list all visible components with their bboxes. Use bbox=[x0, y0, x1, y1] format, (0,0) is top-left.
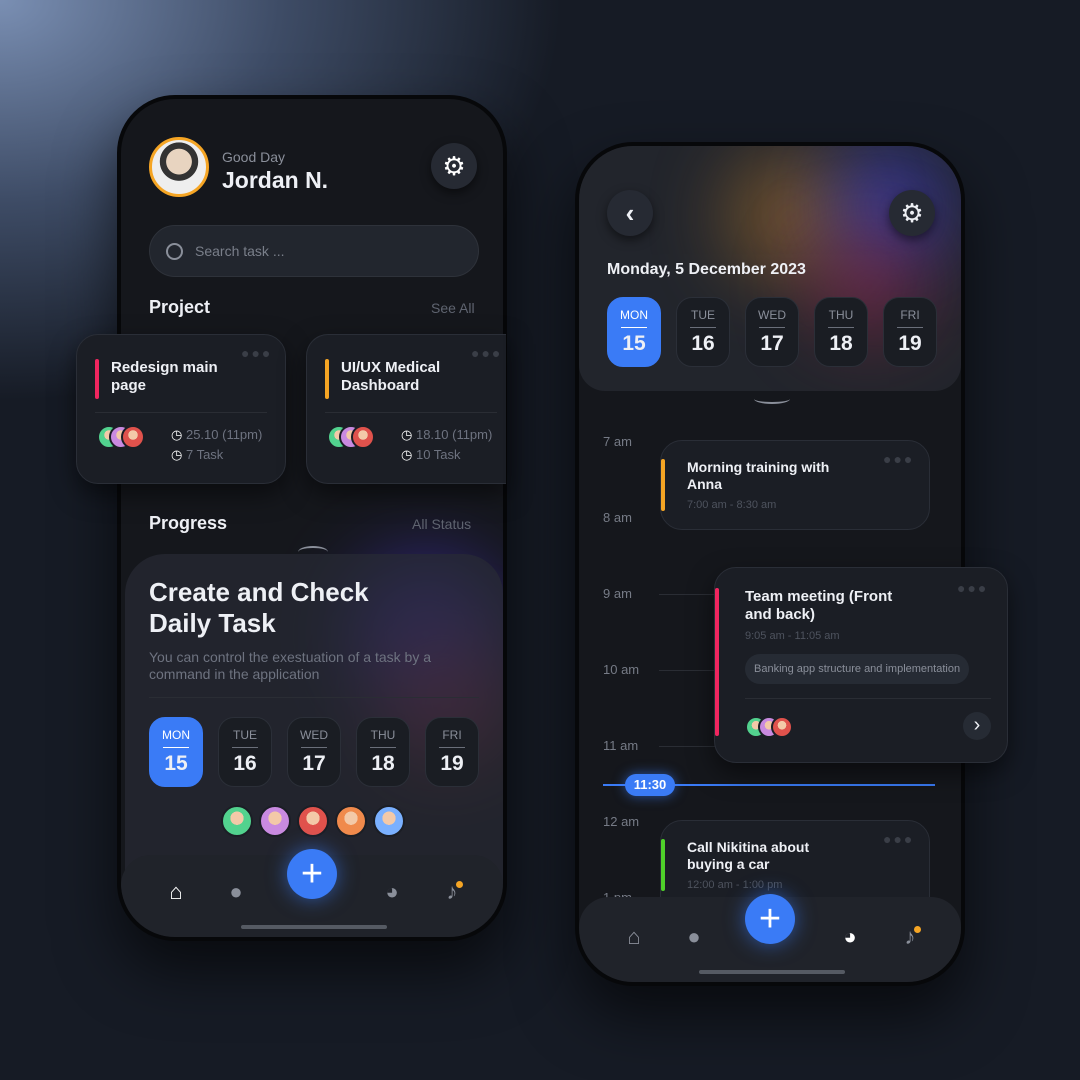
member-avatar bbox=[351, 425, 375, 449]
chevron-right-icon: › bbox=[973, 714, 981, 736]
event-title: Team meeting (Front and back) bbox=[745, 588, 893, 623]
home-icon: ⌂ bbox=[169, 879, 183, 904]
chevron-left-icon: ‹ bbox=[625, 197, 635, 228]
progress-heading: Progress bbox=[149, 513, 228, 533]
nav-home-button[interactable]: ⌂ bbox=[161, 879, 191, 905]
day-mon[interactable]: MON 15 bbox=[607, 297, 661, 367]
day-wed[interactable]: WED 17 bbox=[745, 297, 799, 367]
clock-icon: ◷ bbox=[171, 447, 183, 462]
pie-chart-icon: ◕ bbox=[843, 924, 857, 949]
member-avatar bbox=[221, 805, 253, 837]
user-name: Jordan N. bbox=[222, 167, 329, 193]
home-indicator bbox=[699, 970, 845, 974]
event-title: Call Nikitina about buying a car bbox=[687, 839, 810, 872]
project-heading: Project bbox=[149, 297, 211, 317]
back-button[interactable]: ‹ bbox=[607, 190, 653, 236]
event-time: 7:00 am - 8:30 am bbox=[687, 499, 777, 511]
promo-text: You can control the exestuation of a tas… bbox=[149, 649, 432, 682]
current-time-badge: 11:30 bbox=[625, 774, 675, 796]
user-icon: ● bbox=[229, 879, 243, 904]
event-card[interactable]: ●●● Morning training with Anna 7:00 am -… bbox=[660, 440, 930, 530]
nav-notifications-button[interactable]: ♪ bbox=[895, 924, 925, 950]
project-tasks: ◷ 10 Task bbox=[401, 447, 461, 462]
chevron-down-icon[interactable] bbox=[754, 394, 790, 404]
home-screen-phone: Good Day Jordan N. ⚙ Search task ... Pro… bbox=[117, 95, 507, 941]
project-title: Redesign main page bbox=[111, 359, 218, 394]
project-date: ◷ 18.10 (11pm) bbox=[401, 427, 493, 442]
day-thu[interactable]: THU 18 bbox=[356, 717, 410, 787]
day-thu[interactable]: THU 18 bbox=[814, 297, 868, 367]
event-time: 9:05 am - 11:05 am bbox=[745, 630, 840, 642]
day-wed[interactable]: WED 17 bbox=[287, 717, 341, 787]
hour-label: 10 am bbox=[603, 662, 640, 677]
notification-dot bbox=[456, 881, 463, 888]
gear-icon: ⚙ bbox=[900, 197, 924, 228]
more-options-icon[interactable]: ●●● bbox=[957, 580, 988, 596]
day-mon[interactable]: MON 15 bbox=[149, 717, 203, 787]
pie-chart-icon: ◕ bbox=[385, 879, 399, 904]
avatar[interactable] bbox=[149, 137, 209, 197]
hour-label: 8 am bbox=[603, 510, 632, 525]
clock-icon: ◷ bbox=[171, 427, 183, 442]
nav-statistics-button[interactable]: ◕ bbox=[377, 879, 407, 905]
divider bbox=[149, 697, 479, 698]
nav-profile-button[interactable]: ● bbox=[221, 879, 251, 905]
event-tag: Banking app structure and implementation bbox=[745, 654, 970, 684]
clock-icon: ◷ bbox=[401, 447, 413, 462]
see-all-link[interactable]: See All bbox=[431, 300, 475, 316]
member-avatar bbox=[771, 716, 793, 738]
add-task-button[interactable]: + bbox=[745, 894, 795, 944]
nav-notifications-button[interactable]: ♪ bbox=[437, 879, 467, 905]
nav-profile-button[interactable]: ● bbox=[679, 924, 709, 950]
notification-dot bbox=[914, 926, 921, 933]
more-options-icon[interactable]: ●●● bbox=[883, 831, 914, 847]
more-options-icon[interactable]: ●●● bbox=[883, 451, 914, 467]
clock-icon: ◷ bbox=[401, 427, 413, 442]
project-card[interactable]: ●●● Redesign main page ◷ 25.10 (11pm) ◷ … bbox=[76, 334, 286, 484]
settings-button[interactable]: ⚙ bbox=[889, 190, 935, 236]
chevron-up-icon[interactable] bbox=[298, 546, 328, 558]
event-card-team-meeting[interactable]: ●●● Team meeting (Front and back) 9:05 a… bbox=[714, 567, 1008, 763]
search-input[interactable]: Search task ... bbox=[149, 225, 479, 277]
project-date: ◷ 25.10 (11pm) bbox=[171, 427, 263, 442]
greeting: Good Day bbox=[222, 149, 286, 165]
search-placeholder: Search task ... bbox=[195, 243, 285, 259]
day-fri[interactable]: FRI 19 bbox=[425, 717, 479, 787]
member-avatar bbox=[121, 425, 145, 449]
search-icon bbox=[166, 242, 183, 260]
hour-label: 12 am bbox=[603, 814, 640, 829]
nav-statistics-button[interactable]: ◕ bbox=[835, 924, 865, 950]
member-avatar bbox=[259, 805, 291, 837]
member-avatar bbox=[297, 805, 329, 837]
calendar-screen-phone: ‹ ⚙ Monday, 5 December 2023 MON 15 TUE 16 WE… bbox=[575, 142, 965, 986]
day-tue[interactable]: TUE 16 bbox=[676, 297, 730, 367]
settings-button[interactable]: ⚙ bbox=[431, 143, 477, 189]
home-icon: ⌂ bbox=[627, 924, 641, 949]
home-indicator bbox=[241, 925, 387, 929]
calendar-date: Monday, 5 December 2023 bbox=[607, 261, 806, 278]
day-fri[interactable]: FRI 19 bbox=[883, 297, 937, 367]
nav-home-button[interactable]: ⌂ bbox=[619, 924, 649, 950]
project-card[interactable]: ●●● UI/UX Medical Dashboard ◷ 18.10 (11p… bbox=[306, 334, 506, 484]
plus-icon: + bbox=[758, 897, 782, 940]
open-event-button[interactable]: › bbox=[963, 712, 991, 740]
hour-label: 7 am bbox=[603, 434, 632, 449]
project-title: UI/UX Medical Dashboard bbox=[341, 359, 441, 394]
hour-label: 9 am bbox=[603, 586, 632, 601]
day-tue[interactable]: TUE 16 bbox=[218, 717, 272, 787]
user-icon: ● bbox=[687, 924, 701, 949]
promo-title: Create and Check Daily Task bbox=[149, 577, 369, 638]
project-tasks: ◷ 7 Task bbox=[171, 447, 224, 462]
member-avatar bbox=[335, 805, 367, 837]
plus-icon: + bbox=[300, 852, 324, 895]
add-task-button[interactable]: + bbox=[287, 849, 337, 899]
member-avatar bbox=[373, 805, 405, 837]
hour-label: 11 am bbox=[603, 738, 639, 753]
gear-icon: ⚙ bbox=[442, 150, 466, 181]
all-status-link[interactable]: All Status bbox=[412, 516, 471, 532]
event-title: Morning training with Anna bbox=[687, 459, 830, 492]
event-time: 12:00 am - 1:00 pm bbox=[687, 879, 783, 891]
